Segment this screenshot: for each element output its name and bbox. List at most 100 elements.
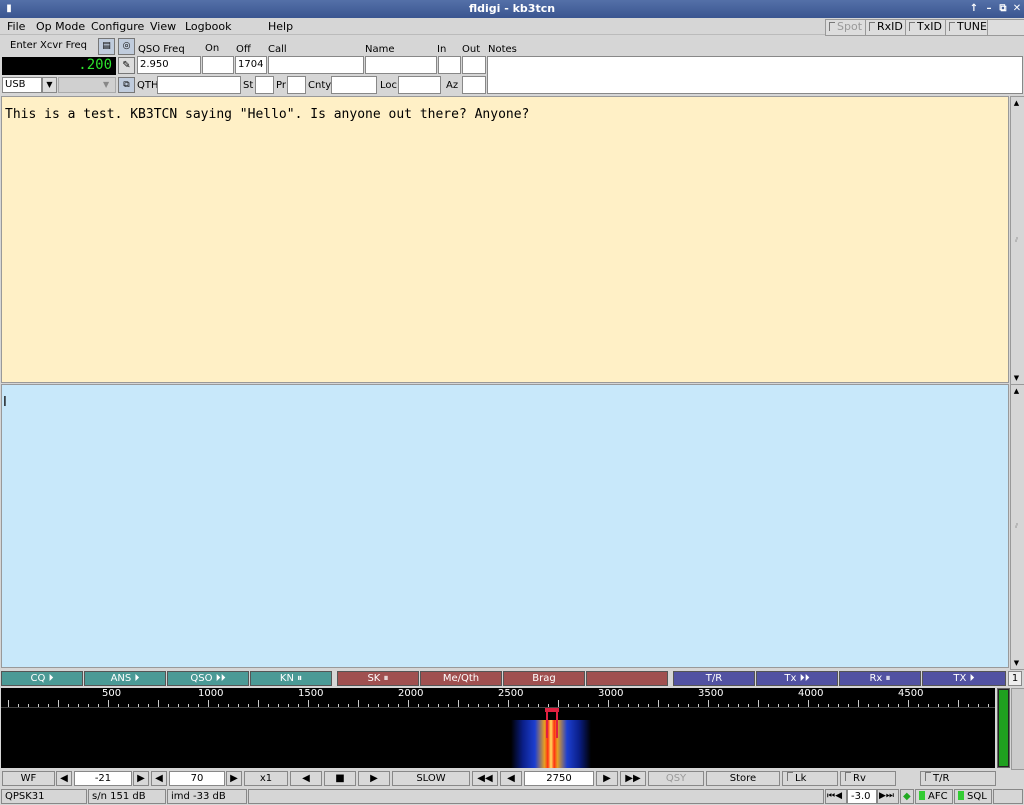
scroll-grip-icon[interactable]: ⫽	[1011, 234, 1022, 246]
mode-status[interactable]: QPSK31	[1, 789, 87, 804]
macro-meqth-button[interactable]: Me/Qth	[420, 671, 502, 686]
menu-configure[interactable]: Configure	[91, 20, 144, 33]
reflevel-field[interactable]: -21	[74, 771, 132, 786]
frequency-scale[interactable]: 500 1000 1500 2000 2500 3000 3500 4000 4…	[1, 688, 999, 708]
scale-tick	[158, 700, 159, 707]
sql-toggle[interactable]: SQL	[954, 789, 992, 804]
rst-out-field[interactable]	[462, 56, 486, 74]
scale-tick	[868, 704, 869, 707]
macro-cq-button[interactable]: CQ ⏵	[1, 671, 83, 686]
scale-tick	[228, 704, 229, 707]
range-field[interactable]: 70	[169, 771, 225, 786]
minimize-icon[interactable]: –	[983, 2, 995, 15]
blank-toggle[interactable]	[987, 19, 1024, 36]
country-field[interactable]	[331, 76, 377, 94]
scroll-up-icon[interactable]: ▲	[1011, 97, 1022, 109]
reflevel-increase-button[interactable]: ▶	[133, 771, 149, 786]
close-icon[interactable]: ✕	[1011, 2, 1023, 15]
speed-button[interactable]: SLOW	[392, 771, 470, 786]
freq-display[interactable]: .200	[2, 57, 116, 75]
slide-right-button[interactable]: ▶	[358, 771, 390, 786]
scroll-down-icon[interactable]: ▼	[1011, 372, 1022, 384]
macro-blank-button[interactable]	[586, 671, 668, 686]
raise-icon[interactable]: ↑	[968, 2, 980, 15]
menu-file[interactable]: File	[7, 20, 25, 33]
spot-toggle[interactable]: Spot	[825, 19, 868, 36]
scale-tick	[198, 704, 199, 707]
qth-field[interactable]	[157, 76, 241, 94]
carrier-freq-field[interactable]: 2750	[524, 771, 594, 786]
qsy-button[interactable]: QSY	[648, 771, 704, 786]
macro-brag-button[interactable]: Brag	[503, 671, 585, 686]
range-increase-button[interactable]: ▶	[226, 771, 242, 786]
macro-kn-button[interactable]: KN ⏸	[250, 671, 332, 686]
macro-sk-button[interactable]: SK ⏸	[337, 671, 419, 686]
center-button[interactable]: ■	[324, 771, 356, 786]
waterfall-mode-button[interactable]: WF	[2, 771, 55, 786]
zoom-button[interactable]: x1	[244, 771, 288, 786]
carrier-left-button[interactable]: ◀	[500, 771, 522, 786]
qth-label: QTH	[137, 80, 159, 91]
wand-icon[interactable]: ✎	[118, 57, 135, 74]
scale-label: 4500	[898, 688, 924, 699]
menu-view[interactable]: View	[150, 20, 176, 33]
locator-field[interactable]	[398, 76, 441, 94]
txid-toggle[interactable]: TxID	[905, 19, 948, 36]
name-field[interactable]	[365, 56, 437, 74]
receive-scrollbar[interactable]: ▲ ⫽ ▼	[1010, 96, 1024, 385]
rig-connect-icon[interactable]: ◎	[118, 38, 135, 55]
off-time-field[interactable]: 1704	[235, 56, 267, 74]
range-decrease-button[interactable]: ◀	[151, 771, 167, 786]
scale-tick	[468, 704, 469, 707]
rxid-toggle[interactable]: RxID	[865, 19, 908, 36]
macro-tx-button[interactable]: Tx ⏵⏵	[756, 671, 838, 686]
waterfall-scrollbar[interactable]	[1011, 688, 1024, 770]
slide-left-button[interactable]: ◀	[290, 771, 322, 786]
scroll-up-icon[interactable]: ▲	[1011, 385, 1022, 397]
lock-toggle[interactable]: Lk	[782, 771, 838, 786]
call-field[interactable]	[268, 56, 364, 74]
menu-help[interactable]: Help	[268, 20, 293, 33]
squelch-down-button[interactable]: ⏮◀	[825, 789, 847, 804]
maximize-icon[interactable]: ⧉	[997, 2, 1009, 15]
menu-logbook[interactable]: Logbook	[185, 20, 231, 33]
qso-freq-field[interactable]: 2.950	[137, 56, 201, 74]
azimuth-field[interactable]	[462, 76, 486, 94]
province-field[interactable]	[287, 76, 306, 94]
waterfall-display[interactable]	[1, 708, 995, 768]
macro-ans-button[interactable]: ANS ⏵	[84, 671, 166, 686]
scale-tick	[538, 704, 539, 707]
notes-field[interactable]	[487, 56, 1023, 94]
carrier-fast-left-button[interactable]: ◀◀	[472, 771, 498, 786]
store-button[interactable]: Store	[706, 771, 780, 786]
scroll-grip-icon[interactable]: ⫽	[1011, 520, 1022, 532]
carrier-right-button[interactable]: ▶	[596, 771, 618, 786]
macro-bank-button[interactable]: 1	[1008, 671, 1022, 686]
tune-toggle[interactable]: TUNE	[945, 19, 990, 36]
transmit-scrollbar[interactable]: ▲ ⫽ ▼	[1010, 384, 1024, 670]
macro-rx-button[interactable]: Rx ⏸	[839, 671, 921, 686]
scroll-down-icon[interactable]: ▼	[1011, 657, 1022, 669]
afc-toggle[interactable]: AFC	[915, 789, 953, 804]
macro-tr-button[interactable]: T/R	[673, 671, 755, 686]
scale-tick	[138, 704, 139, 707]
squelch-field[interactable]: -3.0	[847, 789, 877, 804]
log-list-icon[interactable]: ⧉	[118, 77, 135, 93]
menu-opmode[interactable]: Op Mode	[36, 20, 85, 33]
transmit-text-pane[interactable]: I	[1, 384, 1009, 668]
rst-in-field[interactable]	[438, 56, 461, 74]
macro-qso-button[interactable]: QSO ⏵⏵	[167, 671, 249, 686]
macro-txend-button[interactable]: TX ⏵	[922, 671, 1006, 686]
rig-list-icon[interactable]: ▤	[98, 38, 115, 55]
reverse-toggle[interactable]: Rv	[840, 771, 896, 786]
reflevel-decrease-button[interactable]: ◀	[56, 771, 72, 786]
mode-select[interactable]: USB	[2, 77, 42, 93]
mode-dropdown-icon[interactable]: ▼	[42, 77, 57, 93]
carrier-fast-right-button[interactable]: ▶▶	[620, 771, 646, 786]
scale-tick	[298, 704, 299, 707]
squelch-up-button[interactable]: ▶⏭	[877, 789, 899, 804]
tr-toggle[interactable]: T/R	[920, 771, 996, 786]
state-field[interactable]	[255, 76, 274, 94]
on-time-field[interactable]	[202, 56, 234, 74]
receive-text-pane[interactable]: This is a test. KB3TCN saying "Hello". I…	[1, 96, 1009, 383]
